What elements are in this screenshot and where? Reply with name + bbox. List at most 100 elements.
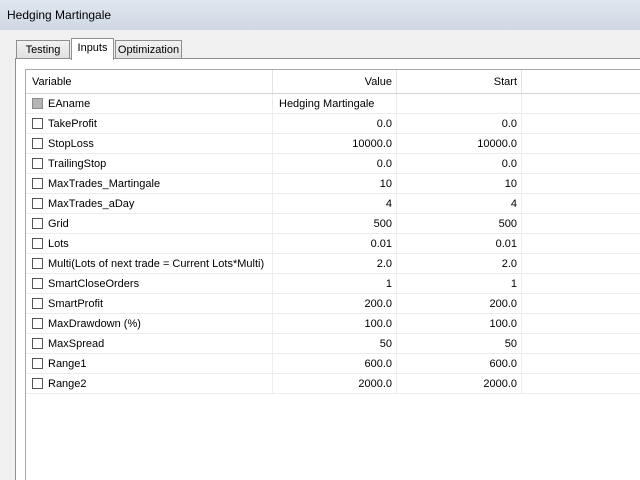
table-row[interactable]: Multi(Lots of next trade = Current Lots*… [26,254,640,274]
table-row[interactable]: MaxSpread 50 50 [26,334,640,354]
start-cell[interactable]: 4 [397,194,522,214]
value-cell[interactable]: 50 [273,334,397,354]
header-value[interactable]: Value [273,70,397,93]
value-cell[interactable]: 0.01 [273,234,397,254]
value-cell[interactable]: 0.0 [273,114,397,134]
table-row[interactable]: TakeProfit 0.0 0.0 [26,114,640,134]
header-variable[interactable]: Variable [26,70,273,93]
variable-name: StopLoss [48,138,94,150]
start-cell[interactable]: 10 [397,174,522,194]
tab-optimization[interactable]: Optimization [115,40,182,59]
variable-cell: Grid [26,214,273,234]
tab-strip: Testing Inputs Optimization [11,38,640,60]
start-cell[interactable]: 1 [397,274,522,294]
extra-cell [522,314,640,334]
value-cell[interactable]: 1 [273,274,397,294]
value-cell[interactable]: 0.0 [273,154,397,174]
extra-cell [522,154,640,174]
variable-name: Grid [48,218,69,230]
optimize-checkbox[interactable] [32,178,43,189]
table-row[interactable]: Range2 2000.0 2000.0 [26,374,640,394]
table-row[interactable]: Range1 600.0 600.0 [26,354,640,374]
start-cell[interactable]: 2000.0 [397,374,522,394]
tab-inputs[interactable]: Inputs [71,38,114,60]
variable-cell: Range2 [26,374,273,394]
start-cell[interactable]: 2.0 [397,254,522,274]
variable-name: SmartProfit [48,298,104,310]
start-cell[interactable]: 10000.0 [397,134,522,154]
value-cell[interactable]: 10000.0 [273,134,397,154]
variable-name: SmartCloseOrders [48,278,140,290]
start-cell[interactable]: 500 [397,214,522,234]
variable-cell: MaxTrades_Martingale [26,174,273,194]
table-row[interactable]: MaxDrawdown (%) 100.0 100.0 [26,314,640,334]
variable-name: EAname [48,98,91,110]
value-cell[interactable]: 2.0 [273,254,397,274]
start-cell[interactable]: 50 [397,334,522,354]
extra-cell [522,214,640,234]
value-cell[interactable]: 10 [273,174,397,194]
window-titlebar: Hedging Martingale [0,0,640,30]
optimize-checkbox[interactable] [32,278,43,289]
table-row[interactable]: SmartProfit 200.0 200.0 [26,294,640,314]
value-cell[interactable]: Hedging Martingale [273,94,397,114]
start-cell[interactable]: 0.0 [397,114,522,134]
optimize-checkbox [32,98,43,109]
optimize-checkbox[interactable] [32,158,43,169]
header-extra [522,70,640,93]
variable-cell: Multi(Lots of next trade = Current Lots*… [26,254,273,274]
optimize-checkbox[interactable] [32,218,43,229]
extra-cell [522,354,640,374]
extra-cell [522,114,640,134]
start-cell[interactable]: 0.01 [397,234,522,254]
start-cell[interactable] [397,94,522,114]
table-row[interactable]: Grid 500 500 [26,214,640,234]
variable-cell: MaxDrawdown (%) [26,314,273,334]
variable-cell: EAname [26,94,273,114]
optimize-checkbox[interactable] [32,358,43,369]
optimize-checkbox[interactable] [32,258,43,269]
variable-name: Lots [48,238,69,250]
variable-cell: SmartProfit [26,294,273,314]
value-cell[interactable]: 100.0 [273,314,397,334]
value-cell[interactable]: 2000.0 [273,374,397,394]
window-title: Hedging Martingale [7,8,112,22]
optimize-checkbox[interactable] [32,198,43,209]
extra-cell [522,174,640,194]
table-row[interactable]: Lots 0.01 0.01 [26,234,640,254]
value-cell[interactable]: 500 [273,214,397,234]
table-row[interactable]: TrailingStop 0.0 0.0 [26,154,640,174]
variable-name: TrailingStop [48,158,107,170]
start-cell[interactable]: 600.0 [397,354,522,374]
value-cell[interactable]: 200.0 [273,294,397,314]
value-cell[interactable]: 600.0 [273,354,397,374]
extra-cell [522,374,640,394]
inputs-grid: Variable Value Start EAname Hedging Marti… [25,69,640,480]
start-cell[interactable]: 100.0 [397,314,522,334]
variable-cell: TrailingStop [26,154,273,174]
variable-name: Range1 [48,358,87,370]
optimize-checkbox[interactable] [32,238,43,249]
optimize-checkbox[interactable] [32,378,43,389]
table-row[interactable]: MaxTrades_aDay 4 4 [26,194,640,214]
table-row[interactable]: StopLoss 10000.0 10000.0 [26,134,640,154]
optimize-checkbox[interactable] [32,338,43,349]
optimize-checkbox[interactable] [32,118,43,129]
table-row[interactable]: EAname Hedging Martingale [26,94,640,114]
variable-name: MaxTrades_Martingale [48,178,161,190]
table-row[interactable]: SmartCloseOrders 1 1 [26,274,640,294]
variable-cell: Range1 [26,354,273,374]
variable-name: MaxTrades_aDay [48,198,135,210]
optimize-checkbox[interactable] [32,138,43,149]
start-cell[interactable]: 200.0 [397,294,522,314]
table-row[interactable]: MaxTrades_Martingale 10 10 [26,174,640,194]
tab-testing[interactable]: Testing [16,40,70,59]
variable-cell: SmartCloseOrders [26,274,273,294]
start-cell[interactable]: 0.0 [397,154,522,174]
value-cell[interactable]: 4 [273,194,397,214]
variable-cell: MaxSpread [26,334,273,354]
variable-name: MaxSpread [48,338,105,350]
optimize-checkbox[interactable] [32,318,43,329]
optimize-checkbox[interactable] [32,298,43,309]
header-start[interactable]: Start [397,70,522,93]
